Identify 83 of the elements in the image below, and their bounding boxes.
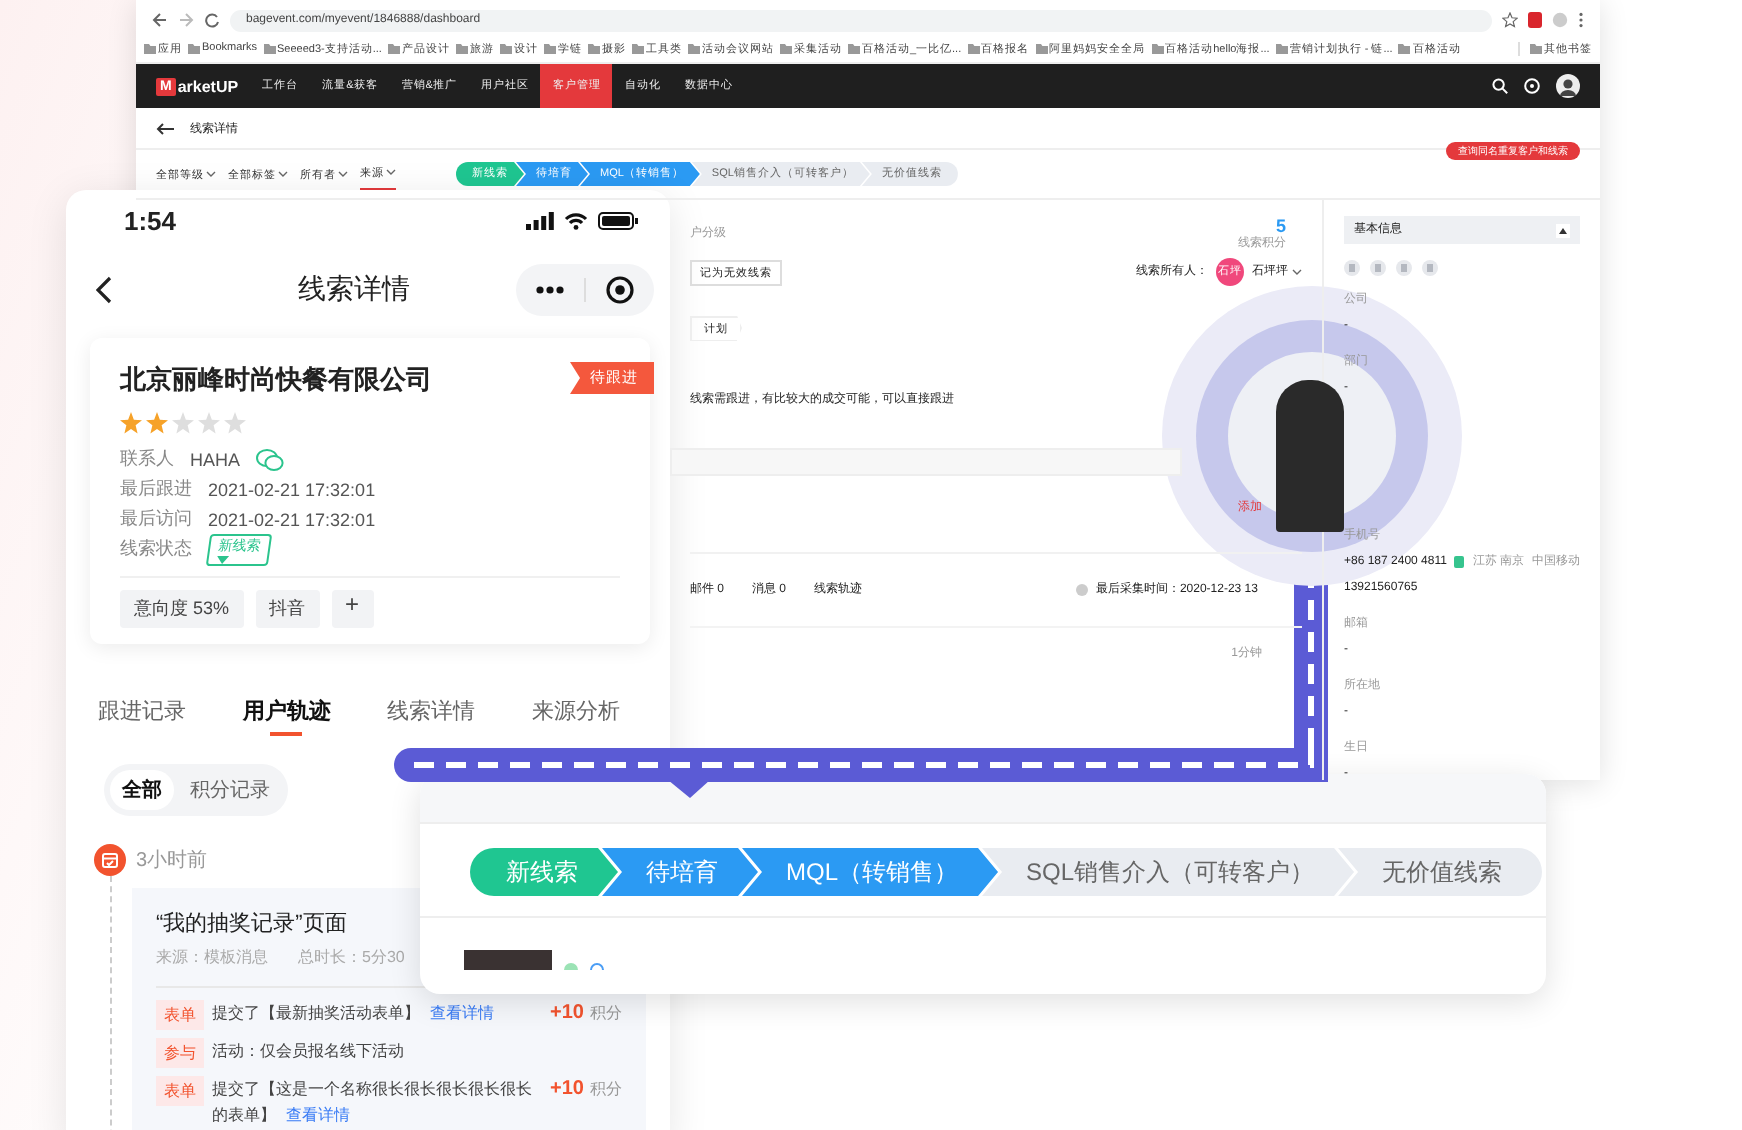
tag-chip: 意向度 53% [120, 590, 244, 628]
folder-icon [779, 43, 792, 53]
folder-icon [387, 43, 400, 53]
sim-icon [1454, 556, 1465, 568]
folder-icon [1530, 43, 1542, 53]
record-tag: 表单 [156, 1000, 204, 1030]
back-arrow-icon[interactable] [156, 121, 174, 135]
photo-placeholder [464, 950, 552, 970]
details-link[interactable]: 查看详情 [430, 1004, 494, 1022]
folder-icon [687, 43, 700, 53]
record-duration: 总时长：5分30 [298, 946, 405, 968]
back-icon[interactable] [152, 12, 168, 28]
wechat-icon [564, 960, 578, 970]
segment[interactable]: 积分记录 [178, 770, 282, 810]
screen-title: 线索详情 [296, 272, 412, 308]
folder-icon [499, 43, 512, 53]
folder-icon [847, 43, 860, 53]
details-link[interactable]: 查看详情 [286, 1106, 350, 1124]
record-title: “我的抽奖记录”页面 [156, 910, 349, 938]
close-target-icon[interactable] [606, 276, 634, 304]
collapse-icon[interactable] [1556, 223, 1570, 237]
field-value: HAHA [190, 449, 241, 469]
wifi-icon [564, 211, 588, 229]
company-name: 北京丽峰时尚快餐有限公司 [120, 362, 432, 398]
points-unit: 积分 [590, 1078, 622, 1102]
folder-icon [1035, 43, 1048, 53]
folder-icon [967, 43, 980, 53]
caret-icon [1292, 268, 1302, 276]
tab[interactable]: 来源分析 [531, 696, 620, 736]
folder-icon [1275, 43, 1288, 53]
points-value: +10 [550, 1076, 584, 1102]
tab[interactable]: 跟进记录 [98, 696, 186, 736]
help-icon[interactable] [1524, 78, 1540, 94]
reload-icon[interactable] [204, 12, 220, 28]
field-value: 2021-02-21 17:32:01 [208, 479, 376, 499]
folder-icon [188, 43, 200, 53]
field-label: 最后跟进 [120, 476, 192, 502]
stage-step[interactable]: SQL销售介入（可转客户） [982, 848, 1355, 896]
folder-icon [263, 43, 276, 53]
folder-icon [587, 43, 600, 53]
folder-icon [543, 43, 556, 53]
clock-icon [1075, 584, 1088, 596]
record-source: 来源：模板消息 [156, 946, 268, 968]
record-text: 活动：仅会员报名线下活动 [212, 1040, 406, 1064]
field-value: 2021-02-21 17:32:01 [208, 509, 376, 529]
folder-icon [631, 43, 644, 53]
calendar-icon [94, 844, 126, 876]
record-text: 提交了【最新抽奖活动表单】 查看详情 [212, 1002, 496, 1026]
caret-icon [278, 170, 288, 178]
signal-icon [526, 211, 554, 229]
relative-time: 3小时前 [136, 847, 208, 874]
points-value: +10 [550, 1000, 584, 1026]
battery-icon [598, 211, 638, 229]
tab[interactable]: 线索详情 [387, 696, 476, 736]
kebab-menu-icon[interactable] [1578, 12, 1584, 28]
folder-icon [455, 43, 468, 53]
back-chevron-icon[interactable] [96, 276, 112, 304]
caret-icon [338, 170, 348, 178]
tab[interactable]: 用户轨迹 [242, 696, 331, 736]
tag-chip: 抖音 [255, 590, 320, 628]
record-tag: 参与 [156, 1038, 204, 1068]
status-time: 1:54 [124, 205, 177, 235]
folder-icon [1398, 43, 1411, 53]
info-icon [590, 960, 604, 970]
points-unit: 积分 [590, 1002, 622, 1026]
stage-step[interactable]: 无价值线索 [1338, 848, 1543, 896]
caret-icon [216, 555, 230, 563]
search-icon[interactable] [1492, 78, 1508, 94]
segment[interactable]: 全部 [110, 770, 174, 810]
field-label: 联系人 [120, 446, 174, 472]
avatar-icon[interactable] [1556, 74, 1580, 98]
folder-icon [1151, 43, 1164, 53]
caret-icon [206, 170, 216, 178]
caret-icon [386, 168, 396, 176]
add-tag-button[interactable]: + [331, 590, 374, 628]
field-label: 线索状态 [120, 536, 192, 562]
more-icon[interactable] [536, 286, 564, 294]
field-label: 最后访问 [120, 506, 192, 532]
folder-icon [144, 43, 156, 53]
record-tag: 表单 [156, 1076, 204, 1106]
record-text: 提交了【这是一个名称很长很长很长很长很长的表单】 查看详情 [212, 1078, 534, 1128]
star-icon[interactable] [1502, 12, 1518, 28]
score-value: 5 [1275, 216, 1286, 236]
